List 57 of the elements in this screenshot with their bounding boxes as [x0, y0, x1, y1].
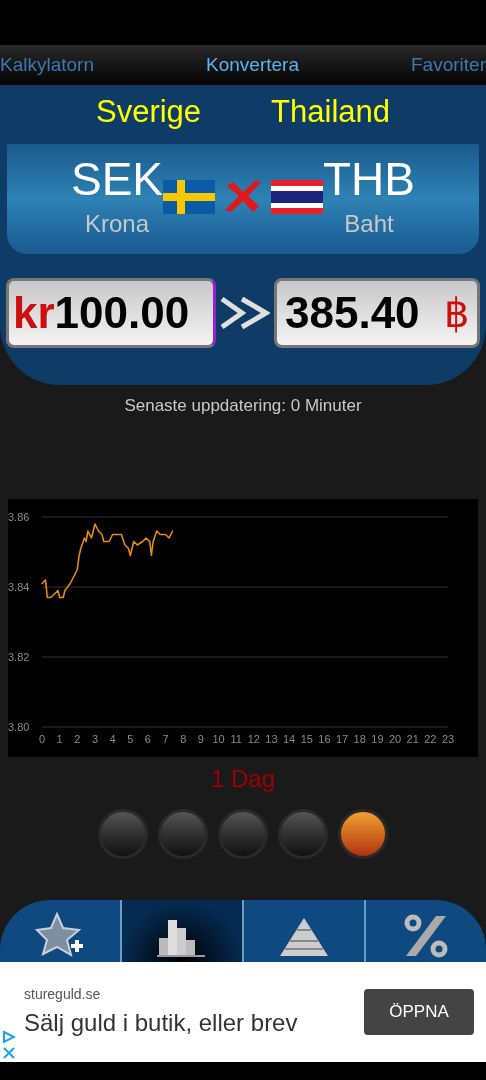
country-name: Thailand [271, 93, 390, 131]
period-label: 1 Dag [210, 763, 275, 794]
tab[interactable]: Favoriter [411, 50, 486, 80]
x-tick-label: 11 [230, 732, 242, 745]
currency-name: Krona [84, 208, 149, 239]
y-tick-label: 3.84 [8, 580, 30, 593]
currency-name: Baht [344, 208, 394, 239]
x-tick-label: 21 [406, 732, 419, 745]
x-tick-label: 20 [388, 732, 402, 745]
x-tick-label: 13 [265, 732, 278, 745]
x-tick-label: 5 [127, 732, 134, 745]
last-update-text: Senaste uppdatering: 0 Minuter [124, 395, 362, 417]
tab[interactable]: Konvertera [206, 50, 299, 80]
close-icon[interactable] [2, 1046, 16, 1060]
x-tick-label: 18 [353, 732, 366, 745]
swap-cross-icon [223, 177, 263, 214]
percent-icon [404, 914, 448, 958]
currency-symbol: ฿ [444, 289, 469, 337]
x-tick-label: 7 [162, 732, 169, 745]
x-tick-label: 14 [283, 732, 296, 745]
x-tick-label: 10 [212, 732, 225, 745]
y-tick-label: 3.80 [8, 720, 30, 733]
ad-open-button[interactable]: ÖPPNA [364, 989, 474, 1035]
x-tick-label: 17 [335, 732, 349, 745]
x-tick-label: 16 [318, 732, 331, 745]
x-tick-label: 6 [144, 732, 151, 745]
sweden-flag-icon [163, 179, 215, 214]
x-tick-label: 15 [300, 732, 313, 745]
period-button[interactable] [338, 808, 388, 859]
ad-domain: stureguld.se [24, 984, 102, 1004]
y-tick-label: 3.82 [8, 650, 30, 663]
x-tick-label: 9 [197, 732, 204, 745]
pyramid-icon [278, 916, 330, 958]
result-value: 385.40 [285, 286, 420, 339]
x-tick-label: 22 [424, 732, 437, 745]
x-tick-label: 19 [371, 732, 384, 745]
x-tick-label: 8 [180, 732, 187, 745]
x-tick-label: 2 [74, 732, 81, 745]
thailand-flag-icon [271, 179, 323, 214]
x-tick-label: 1 [56, 732, 63, 745]
currency-code: SEK [70, 151, 163, 206]
x-tick-label: 4 [109, 732, 116, 745]
ad-headline: Sälj guld i butik, eller brev [24, 1007, 299, 1038]
country-name: Sverige [96, 93, 202, 131]
x-tick-label: 3 [91, 732, 98, 745]
currency-symbol: kr [13, 286, 55, 339]
x-tick-label: 0 [38, 732, 46, 745]
x-tick-label: 12 [247, 732, 260, 745]
ad-info-icon[interactable] [2, 1030, 16, 1044]
tab[interactable]: Kalkylatorn [0, 50, 94, 80]
toolbar-button[interactable] [120, 900, 242, 962]
amount-value: 100.00 [54, 286, 190, 339]
y-tick-label: 3.86 [8, 510, 30, 523]
currency-code: THB [323, 151, 415, 206]
x-tick-label: 23 [441, 732, 455, 745]
star-plus-icon [35, 910, 85, 958]
amount-input-field[interactable]: kr100.00 [6, 277, 216, 348]
